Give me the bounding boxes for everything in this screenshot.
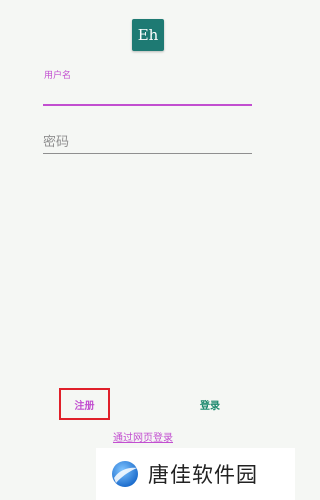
- register-button[interactable]: 注册: [59, 388, 110, 420]
- web-login-link[interactable]: 通过网页登录: [113, 429, 173, 444]
- app-logo-text: Eh: [137, 26, 159, 44]
- app-logo-icon: Eh: [132, 19, 164, 51]
- watermark-text: 唐佳软件园: [148, 463, 258, 487]
- login-button[interactable]: 登录: [190, 394, 230, 414]
- password-input[interactable]: [43, 131, 252, 154]
- blue-orb-logo-icon: [112, 461, 138, 487]
- username-label: 用户名: [44, 71, 72, 81]
- username-input[interactable]: [43, 82, 252, 106]
- watermark-banner: 唐佳软件园: [96, 448, 295, 500]
